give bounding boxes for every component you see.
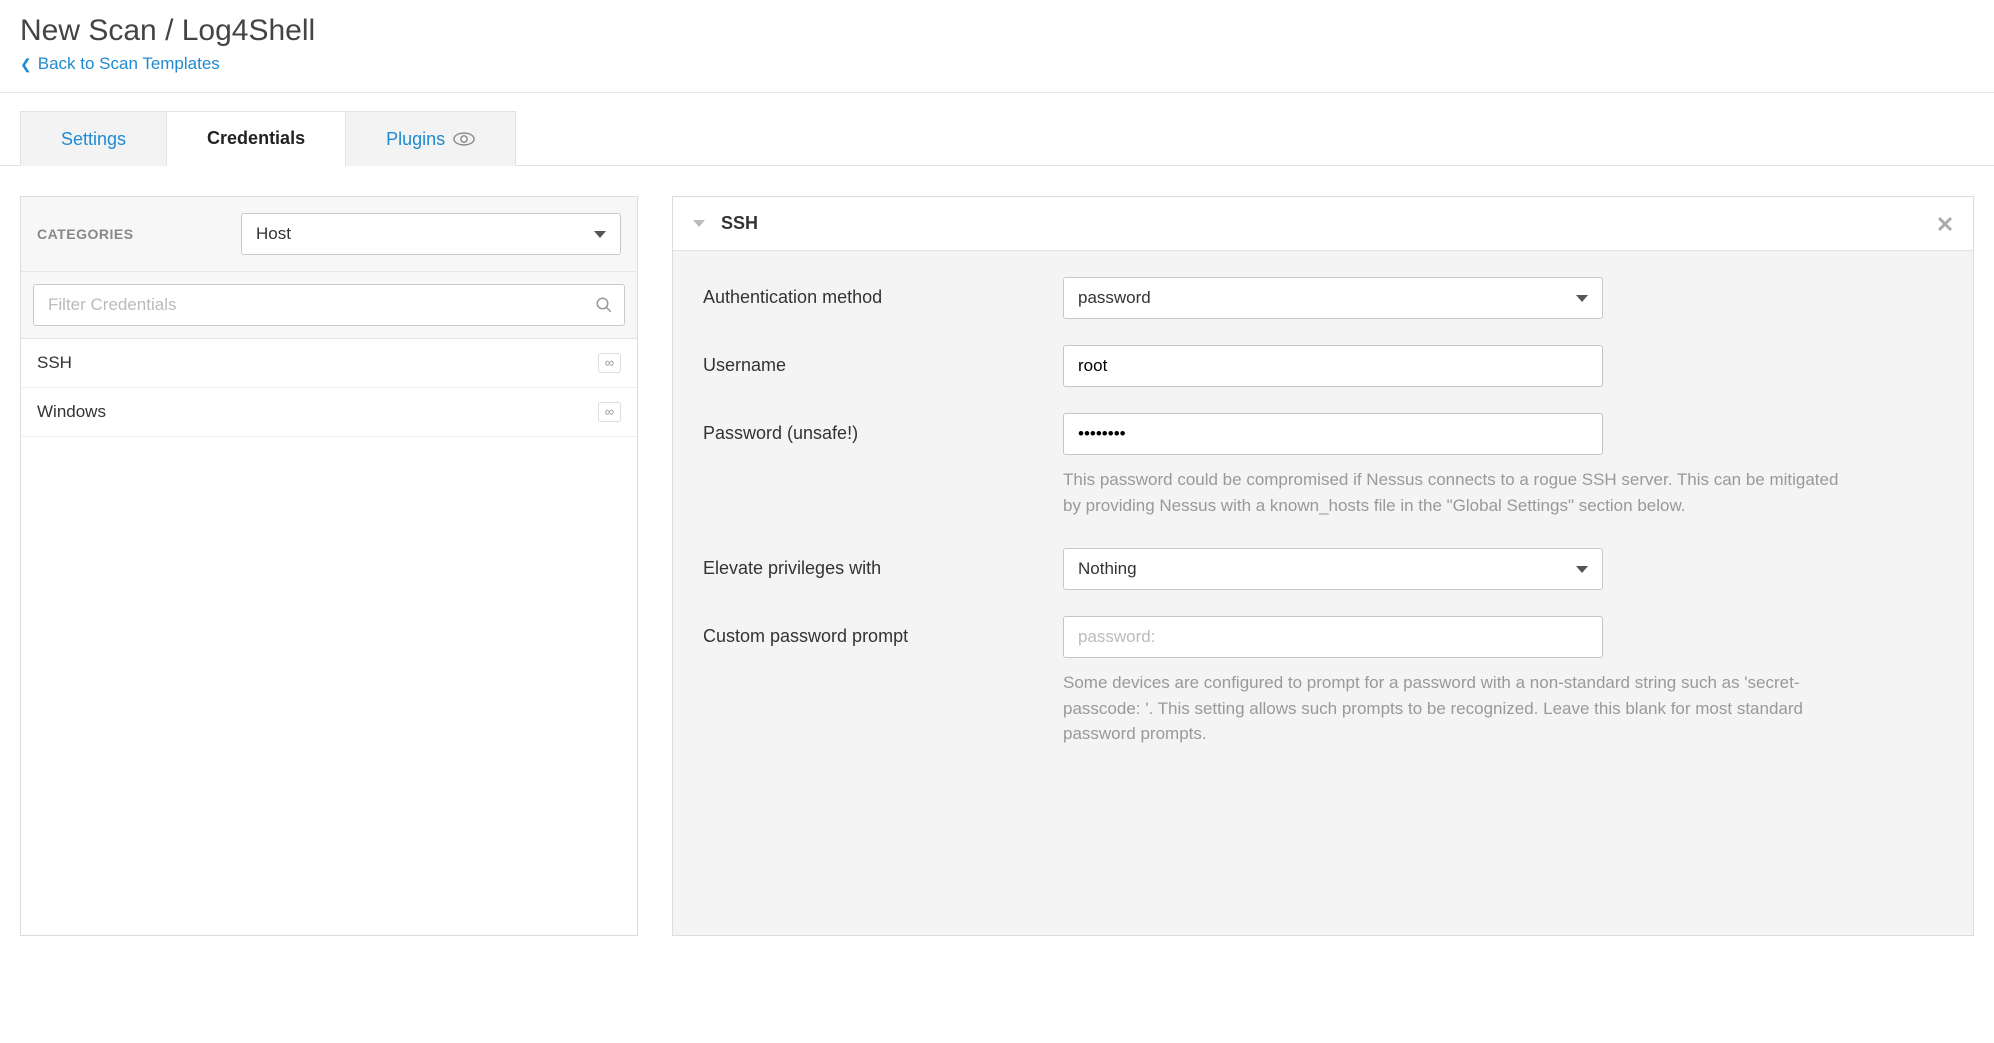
tab-label: Settings xyxy=(61,129,126,150)
tab-credentials[interactable]: Credentials xyxy=(166,111,345,166)
auth-method-value: password xyxy=(1078,288,1151,308)
custom-prompt-label: Custom password prompt xyxy=(703,616,1063,647)
search-icon xyxy=(595,296,613,314)
credential-type-ssh[interactable]: SSH ∞ xyxy=(21,339,637,388)
password-help-text: This password could be compromised if Ne… xyxy=(1063,467,1853,518)
chevron-down-icon xyxy=(1576,295,1588,302)
custom-prompt-help-text: Some devices are configured to prompt fo… xyxy=(1063,670,1853,747)
username-label: Username xyxy=(703,345,1063,376)
chevron-down-icon xyxy=(594,231,606,238)
categories-label: CATEGORIES xyxy=(37,226,134,242)
credential-detail-panel: SSH Authentication method password xyxy=(672,196,1974,936)
back-link-label: Back to Scan Templates xyxy=(38,54,220,74)
elevate-label: Elevate privileges with xyxy=(703,548,1063,579)
credential-form: Authentication method password Username xyxy=(673,251,1973,781)
panel-title: SSH xyxy=(721,213,758,234)
elevate-value: Nothing xyxy=(1078,559,1137,579)
auth-method-label: Authentication method xyxy=(703,277,1063,308)
infinity-badge: ∞ xyxy=(598,402,621,422)
list-item-label: Windows xyxy=(37,402,106,422)
credentials-sidebar: CATEGORIES Host SSH xyxy=(20,196,638,936)
close-icon[interactable] xyxy=(1937,216,1953,232)
category-select[interactable]: Host xyxy=(241,213,621,255)
category-selected-value: Host xyxy=(256,224,291,244)
tab-label: Plugins xyxy=(386,129,445,150)
chevron-left-icon: ❮ xyxy=(20,56,32,73)
custom-prompt-input[interactable] xyxy=(1063,616,1603,658)
panel-header: SSH xyxy=(673,197,1973,251)
tab-plugins[interactable]: Plugins xyxy=(345,111,516,166)
collapse-icon[interactable] xyxy=(693,220,705,227)
filter-credentials-input[interactable] xyxy=(33,284,625,326)
eye-icon xyxy=(453,132,475,146)
tab-settings[interactable]: Settings xyxy=(20,111,166,166)
username-input[interactable] xyxy=(1063,345,1603,387)
password-input[interactable] xyxy=(1063,413,1603,455)
elevate-select[interactable]: Nothing xyxy=(1063,548,1603,590)
page-header: New Scan / Log4Shell ❮ Back to Scan Temp… xyxy=(0,0,1994,93)
infinity-badge: ∞ xyxy=(598,353,621,373)
password-label: Password (unsafe!) xyxy=(703,413,1063,444)
tab-label: Credentials xyxy=(207,128,305,149)
auth-method-select[interactable]: password xyxy=(1063,277,1603,319)
tab-bar: Settings Credentials Plugins xyxy=(20,111,1994,166)
list-item-label: SSH xyxy=(37,353,72,373)
chevron-down-icon xyxy=(1576,566,1588,573)
credential-type-windows[interactable]: Windows ∞ xyxy=(21,388,637,437)
categories-row: CATEGORIES Host xyxy=(21,197,637,272)
back-link[interactable]: ❮ Back to Scan Templates xyxy=(20,54,220,74)
page-title: New Scan / Log4Shell xyxy=(20,14,1974,48)
filter-row xyxy=(21,272,637,339)
